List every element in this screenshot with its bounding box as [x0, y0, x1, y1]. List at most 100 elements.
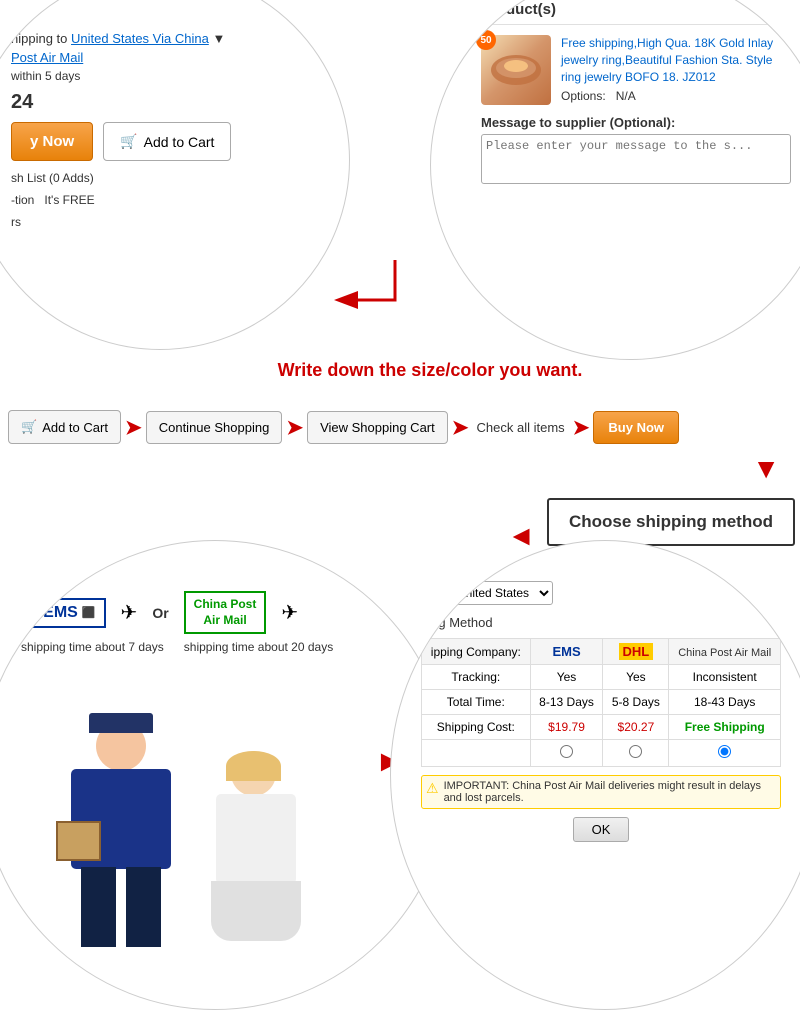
china-post-tracking: Inconsistent	[669, 665, 781, 690]
china-post-header-text: China Post Air Mail	[678, 647, 771, 659]
shipping-method-text: ping Method	[421, 615, 493, 630]
left-arrow-shipping: ◄	[507, 520, 535, 552]
china-post-plane-icon: ✈	[281, 600, 298, 625]
shipping-country-link[interactable]: United States Via China	[71, 31, 209, 46]
choose-shipping-label: Choose shipping method	[569, 512, 773, 531]
post-air-mail-link[interactable]: Post Air Mail	[11, 50, 83, 65]
china-post-shipping-time: shipping time about 20 days	[184, 640, 333, 654]
flow-arrow-1: ➤	[125, 415, 142, 440]
ok-button[interactable]: OK	[573, 817, 630, 842]
time-row: Total Time: 8-13 Days 5-8 Days 18-43 Day…	[422, 690, 781, 715]
delivery-persons	[51, 711, 331, 951]
male-leg-right	[126, 867, 161, 947]
wish-list-text: sh List (0 Adds)	[11, 171, 94, 185]
china-post-header: China Post Air Mail	[669, 639, 781, 665]
female-skirt	[211, 881, 301, 941]
warning-icon: ⚠	[426, 780, 439, 797]
dhl-tracking: Yes	[603, 665, 669, 690]
view-cart-label: View Shopping Cart	[320, 420, 435, 435]
ems-subtitle: ⬛	[82, 606, 96, 619]
down-arrow-icon: ▼	[752, 455, 780, 483]
china-post-radio-cell[interactable]	[669, 740, 781, 767]
write-down-text: Write down the size/color you want.	[230, 360, 630, 381]
price-display: 24	[11, 91, 311, 114]
female-body	[216, 794, 296, 884]
time-label-cell: Total Time:	[422, 690, 531, 715]
delivery-days: within 5 days	[11, 69, 80, 83]
product-row: 50 Free shipping,High Qua. 18K Gold Inla…	[481, 35, 791, 105]
bottom-section: ≡ EMS ⬛ ✈ Or China Post Air Mail ✈ shipp…	[0, 560, 800, 950]
cost-label-cell: Shipping Cost:	[422, 715, 531, 740]
male-hat	[89, 713, 153, 733]
ems-logo: ≡ EMS ⬛	[21, 598, 106, 628]
ems-stripe: ≡	[31, 605, 39, 621]
package	[56, 821, 101, 861]
ems-radio-cell[interactable]	[530, 740, 603, 767]
ems-radio[interactable]	[560, 745, 573, 758]
or-text: Or	[152, 605, 168, 621]
flow-arrow-4: ➤	[573, 415, 590, 440]
male-leg-left	[81, 867, 116, 947]
table-header-row: ipping Company: EMS DHL China Post Air M…	[422, 639, 781, 665]
top-section: hipping to United States Via China ▼ Pos…	[0, 0, 800, 390]
china-post-time: 18-43 Days	[669, 690, 781, 715]
dhl-logo-small: DHL	[619, 643, 654, 660]
circle-right: Product(s) 50 Free shipping,High Qua. 18…	[430, 0, 800, 360]
dhl-header: DHL	[603, 639, 669, 665]
check-items-text: Check all items	[473, 420, 569, 435]
ems-plane-icon: ✈	[121, 600, 138, 625]
circle-left: hipping to United States Via China ▼ Pos…	[0, 0, 350, 350]
ems-header: EMS	[530, 639, 603, 665]
options-value: N/A	[616, 89, 636, 103]
us-flag	[421, 586, 441, 600]
ems-logo-small: EMS	[552, 644, 580, 659]
buy-now-button[interactable]: y Now	[11, 122, 93, 161]
buy-now-flow-button[interactable]: Buy Now	[593, 411, 679, 444]
female-person	[201, 751, 311, 951]
radio-row	[422, 740, 781, 767]
options-line: Options: N/A	[561, 89, 791, 103]
cart-icon: 🛒	[120, 133, 137, 150]
view-cart-button[interactable]: View Shopping Cart	[307, 411, 448, 444]
shipping-times: shipping time about 7 days shipping time…	[21, 640, 411, 654]
connector-arrow	[330, 260, 460, 340]
delivery-line: within 5 days	[11, 69, 311, 83]
dhl-radio-cell[interactable]	[603, 740, 669, 767]
dhl-radio[interactable]	[629, 745, 642, 758]
important-note-text: IMPORTANT: China Post Air Mail deliverie…	[444, 780, 776, 804]
china-post-radio[interactable]	[718, 745, 731, 758]
country-select[interactable]: United States	[446, 581, 553, 605]
protection-label: -tion	[11, 193, 34, 207]
male-person	[51, 721, 191, 951]
add-to-cart-button[interactable]: 🛒 Add to Cart	[103, 122, 231, 161]
continue-shopping-button[interactable]: Continue Shopping	[146, 411, 283, 444]
ems-shipping-time: shipping time about 7 days	[21, 640, 164, 654]
circle-bottom-right: United States ping Method ipping Company…	[390, 540, 800, 1010]
add-to-cart-flow-button[interactable]: 🛒 Add to Cart	[8, 410, 121, 444]
china-post-logo: China Post Air Mail	[184, 591, 267, 634]
important-note: ⚠ IMPORTANT: China Post Air Mail deliver…	[421, 775, 781, 809]
dhl-time: 5-8 Days	[603, 690, 669, 715]
products-label: Product(s)	[481, 1, 791, 25]
add-cart-flow-label: Add to Cart	[42, 420, 108, 435]
options-label: Options:	[561, 89, 606, 103]
product-description[interactable]: Free shipping,High Qua. 18K Gold Inlay j…	[561, 35, 791, 85]
discount-badge: 50	[476, 30, 496, 50]
protection-value: It's FREE	[44, 193, 94, 207]
wish-list[interactable]: sh List (0 Adds)	[11, 171, 311, 185]
action-buttons: y Now 🛒 Add to Cart	[11, 122, 311, 161]
ems-text: EMS	[43, 604, 78, 622]
choose-shipping-box: Choose shipping method	[547, 498, 795, 546]
china-post-line2: Air Mail	[194, 613, 257, 629]
flow-arrow-3: ➤	[452, 415, 469, 440]
country-select-row: United States	[421, 581, 781, 605]
radio-label-cell	[422, 740, 531, 767]
continue-label: Continue Shopping	[159, 420, 270, 435]
dhl-cost: $20.27	[603, 715, 669, 740]
shipping-table: ipping Company: EMS DHL China Post Air M…	[421, 638, 781, 767]
price-value: 24	[11, 91, 33, 113]
message-input[interactable]	[481, 134, 791, 184]
cost-row: Shipping Cost: $19.79 $20.27 Free Shippi…	[422, 715, 781, 740]
cart-icon-flow: 🛒	[21, 419, 37, 435]
china-post-line1: China Post	[194, 597, 257, 613]
